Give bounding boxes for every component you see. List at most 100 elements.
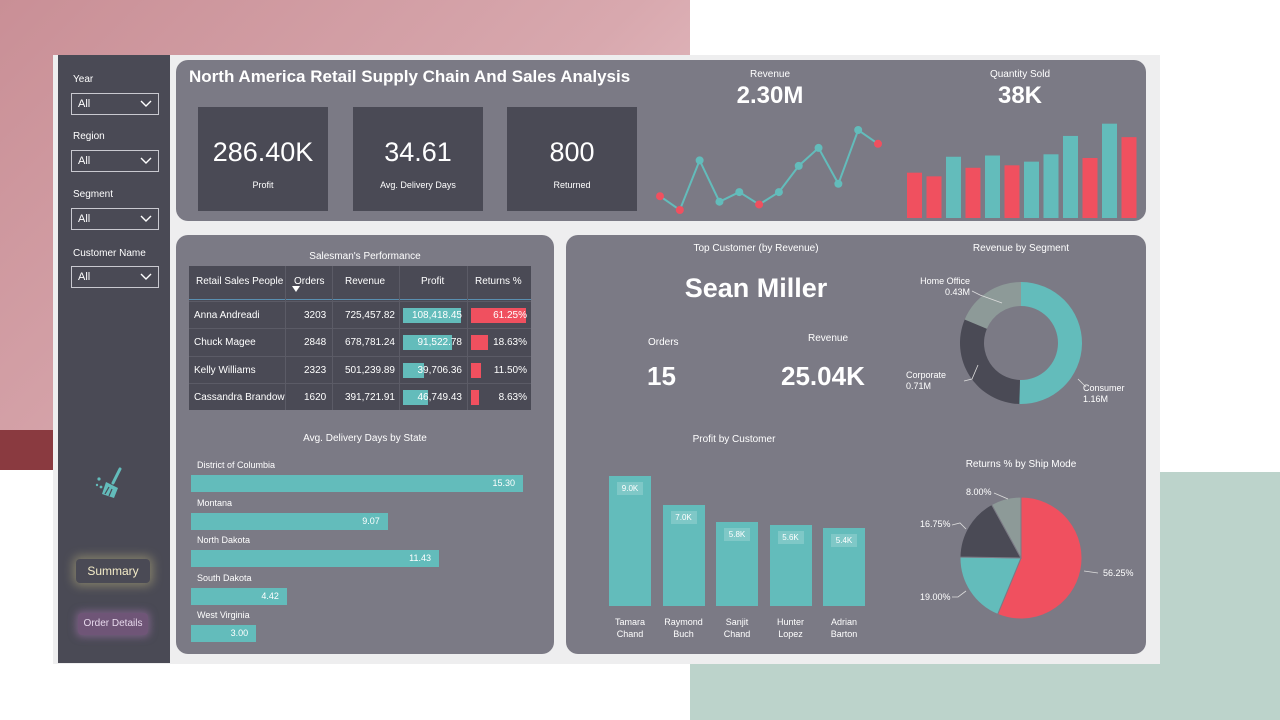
column-header-people[interactable]: Retail Sales People — [196, 276, 283, 287]
cell-revenue: 501,239.89 — [344, 364, 395, 376]
salesman-title: Salesman's Performance — [309, 251, 421, 262]
customer-last-name: Buch — [673, 629, 694, 639]
customer-dropdown[interactable]: All — [71, 266, 159, 288]
kpi-returned-value: 800 — [549, 137, 595, 167]
order-details-page-button[interactable]: Order Details — [78, 613, 148, 635]
quantity-bar — [1043, 154, 1059, 218]
top-customer-orders-value: 15 — [647, 361, 676, 391]
top-customer-orders-label: Orders — [648, 337, 679, 348]
state-label: Montana — [197, 497, 233, 508]
quantity-chart-title: Quantity Sold — [989, 69, 1051, 80]
quantity-bar — [1063, 135, 1078, 218]
filter-sidebar: Year All Region All Segment All Customer… — [58, 55, 170, 663]
quantity-bar — [1024, 161, 1039, 218]
ship-mode-chart-title: Returns % by Ship Mode — [965, 459, 1077, 470]
customer-panel: Top Customer (by Revenue) Sean Miller Or… — [566, 235, 1146, 654]
segment-corporate-name: Corporate — [906, 370, 947, 380]
profit-customer-name: Adrian Barton — [817, 616, 871, 640]
customer-last-name: Chand — [723, 629, 751, 639]
chevron-down-icon — [140, 273, 152, 280]
state-label: West Virginia — [197, 610, 250, 620]
background-accent-block — [0, 430, 60, 470]
header-panel: North America Retail Supply Chain And Sa… — [176, 60, 1146, 221]
filter-label-region: Region — [73, 131, 105, 142]
cell-name: Cassandra Brandow — [194, 391, 285, 403]
year-dropdown[interactable]: All — [71, 93, 159, 115]
segment-corporate-value: 0.71M — [906, 381, 932, 391]
filter-label-segment: Segment — [73, 189, 114, 200]
summary-page-button[interactable]: Summary — [76, 559, 150, 583]
cell-revenue: 391,721.91 — [344, 391, 395, 403]
cell-orders: 3203 — [304, 310, 327, 321]
state-label: South Dakota — [197, 572, 252, 583]
profit-customer-value: 5.6K — [777, 531, 804, 545]
cell-name: Chuck Magee — [194, 337, 256, 349]
top-customer-revenue-label: Revenue — [808, 333, 849, 344]
profit-customer-bar — [609, 476, 651, 606]
kpi-delivery-value: 34.61 — [384, 137, 452, 167]
kpi-returned-label: Returned — [553, 180, 591, 190]
cell-revenue: 678,781.24 — [344, 337, 395, 349]
quantity-bar — [965, 167, 981, 218]
revenue-trend-point — [695, 156, 704, 165]
customer-last-name: Lopez — [778, 629, 803, 639]
profit-by-customer-title: Profit by Customer — [692, 434, 776, 445]
segment-leader-lines — [963, 290, 1087, 388]
segment-chart-title: Revenue by Segment — [972, 243, 1070, 254]
cell-orders: 2848 — [304, 337, 327, 349]
state-delivery-value: 9.07 — [362, 515, 380, 526]
kpi-delivery-label: Avg. Delivery Days — [380, 180, 456, 190]
customer-first-name: Hunter — [776, 617, 804, 627]
revenue-sparkline-title: Revenue — [749, 69, 791, 80]
sort-desc-icon — [292, 286, 300, 292]
top-customer-title: Top Customer (by Revenue) — [693, 243, 819, 254]
customer-dropdown-value: All — [78, 271, 91, 283]
quantity-sold-chart — [907, 123, 1137, 218]
customer-first-name: Sanjit — [725, 617, 749, 627]
cell-name: Anna Andreadi — [194, 310, 260, 321]
revenue-trend-point — [794, 161, 803, 170]
cell-returns: 18.63% — [493, 337, 527, 349]
table-row[interactable]: Cassandra Brandow 1620 391,721.91 46,749.43… — [189, 382, 531, 410]
cell-profit: 108,418.45 — [411, 310, 462, 321]
column-header-profit[interactable]: Profit — [421, 276, 444, 287]
table-row[interactable]: Chuck Magee 2848 678,781.24 91,522.78 18.63% — [189, 328, 531, 355]
kpi-card-returned: 800 Returned — [507, 107, 637, 211]
top-customer-name: Sean Miller — [684, 273, 828, 303]
clear-filters-broom-icon[interactable] — [94, 467, 130, 501]
filter-label-customer: Customer Name — [73, 248, 146, 259]
quantity-bar — [946, 156, 961, 218]
customer-first-name: Adrian — [830, 617, 857, 627]
state-delivery-bar: 11.43 — [191, 550, 440, 567]
column-header-returns[interactable]: Returns % — [475, 276, 522, 287]
salesman-table: Retail Sales People Orders Revenue Profi… — [189, 266, 531, 410]
table-row[interactable]: Anna Andreadi 3203 725,457.82 108,418.45 61.… — [189, 301, 531, 328]
customer-first-name: Tamara — [614, 617, 645, 627]
cell-profit: 39,706.36 — [417, 364, 463, 376]
region-dropdown[interactable]: All — [71, 150, 159, 172]
profit-customer-name: Tamara Chand — [603, 616, 657, 640]
profit-customer-value: 5.4K — [831, 534, 857, 547]
quantity-bar — [985, 155, 1000, 218]
chevron-down-icon — [140, 157, 152, 164]
cell-returns: 61.25% — [493, 310, 527, 321]
revenue-trend-point — [834, 179, 843, 188]
revenue-trend-chart — [656, 126, 882, 214]
customer-last-name: Chand — [616, 629, 644, 639]
top-customer-revenue-value: 25.04K — [781, 361, 865, 391]
kpi-card-delivery: 34.61 Avg. Delivery Days — [353, 107, 483, 211]
segment-dropdown[interactable]: All — [71, 208, 159, 230]
revenue-trend-point — [735, 188, 744, 197]
customer-first-name: Raymond — [664, 617, 703, 627]
kpi-profit-value: 286.40K — [212, 137, 314, 167]
quantity-bar — [1004, 165, 1020, 218]
revenue-trend-point — [675, 206, 684, 214]
profit-customer-value: 5.8K — [724, 528, 750, 542]
state-delivery-value: 4.42 — [261, 590, 279, 601]
year-dropdown-value: All — [78, 98, 91, 110]
state-label: North Dakota — [197, 535, 251, 545]
quantity-bar — [907, 172, 922, 218]
revenue-trend-point — [874, 139, 882, 148]
table-row[interactable]: Kelly Williams 2323 501,239.89 39,706.36 11.… — [189, 355, 531, 383]
column-header-revenue[interactable]: Revenue — [345, 276, 385, 287]
